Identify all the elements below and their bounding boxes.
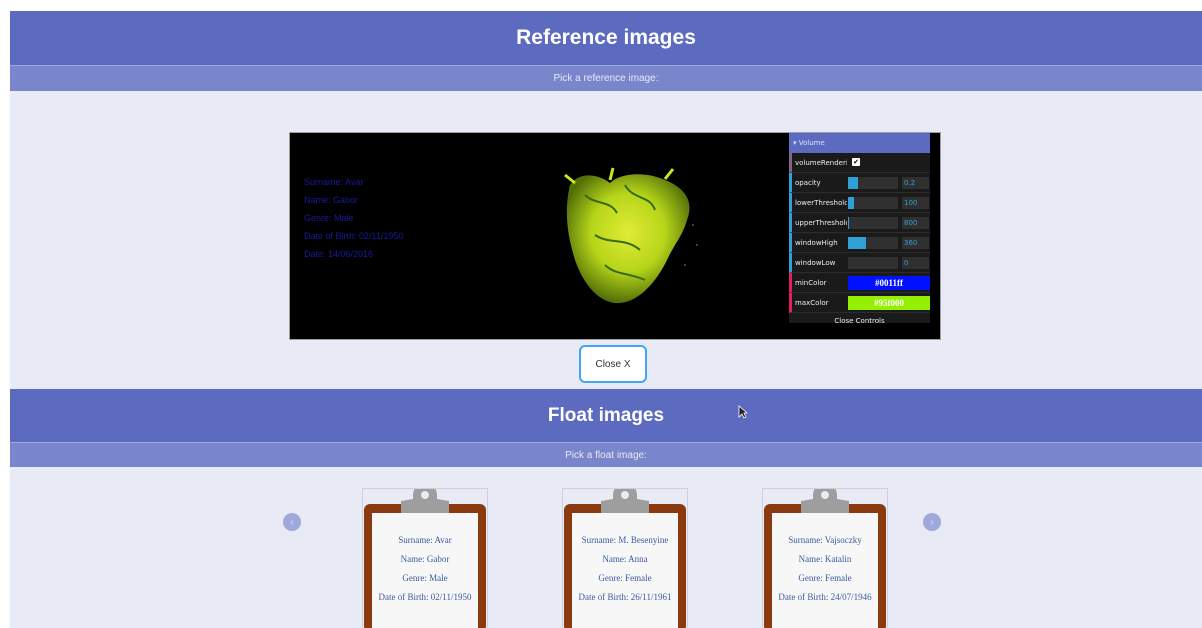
control-label: volumeRenderi...: [795, 158, 847, 167]
window-high-slider[interactable]: [848, 237, 898, 249]
card-name: Name: Gabor: [400, 554, 450, 564]
reference-header: Reference images: [10, 11, 1202, 65]
min-color-swatch[interactable]: #0011ff: [848, 276, 930, 290]
window-low-value[interactable]: 0: [902, 257, 929, 269]
float-title: Float images: [547, 404, 665, 426]
float-subtitle: Pick a float image:: [565, 449, 647, 461]
control-window-low[interactable]: windowLow 0: [789, 253, 930, 273]
card-text: Surname: Avar Name: Gabor Genre: Male Da…: [373, 531, 477, 607]
card-dob: Date of Birth: 24/07/1946: [778, 592, 872, 602]
card-genre: Genre: Female: [598, 573, 652, 583]
info-dob: Date of Birth: 02/11/1950: [304, 231, 404, 241]
volume-folder-title[interactable]: ▾ Volume: [789, 133, 930, 153]
volume-controls-panel[interactable]: ▾ Volume volumeRenderi... ✔ opacity 0.2 …: [789, 133, 930, 325]
opacity-value[interactable]: 0.2: [902, 177, 929, 189]
control-label: maxColor: [795, 298, 829, 307]
card-dob: Date of Birth: 02/11/1950: [378, 592, 472, 602]
info-date: Date: 14/06/2016: [304, 249, 374, 259]
page: Reference images Pick a reference image:…: [10, 11, 1202, 628]
float-image-card[interactable]: Surname: Avar Name: Gabor Genre: Male Da…: [362, 488, 488, 628]
control-label: upperThreshold: [795, 218, 847, 227]
control-label: windowLow: [795, 258, 836, 267]
reference-subheader: Pick a reference image:: [10, 65, 1202, 91]
reference-subtitle: Pick a reference image:: [553, 73, 659, 84]
window-high-value[interactable]: 360: [902, 237, 929, 249]
control-max-color[interactable]: maxColor #95f000: [789, 293, 930, 313]
card-surname: Surname: M. Besenyine: [581, 535, 669, 545]
float-subheader: Pick a float image:: [10, 442, 1202, 467]
card-genre: Genre: Female: [798, 573, 852, 583]
card-dob: Date of Birth: 26/11/1961: [578, 592, 672, 602]
card-name: Name: Anna: [602, 554, 648, 564]
card-surname: Surname: Vajsoczky: [788, 535, 862, 545]
lower-threshold-slider[interactable]: [848, 197, 898, 209]
float-section: Float images Pick a float image:: [10, 389, 1202, 467]
card-name: Name: Katalin: [798, 554, 852, 564]
info-genre: Genre: Male: [304, 213, 354, 223]
card-surname: Surname: Avar: [398, 535, 452, 545]
close-button[interactable]: Close X: [579, 345, 647, 383]
card-text: Surname: Vajsoczky Name: Katalin Genre: …: [773, 531, 877, 607]
carousel-next-button[interactable]: ›: [923, 513, 941, 531]
card-text: Surname: M. Besenyine Name: Anna Genre: …: [573, 531, 677, 607]
control-volume-rendering[interactable]: volumeRenderi... ✔: [789, 153, 930, 173]
float-header: Float images: [10, 389, 1202, 442]
control-opacity[interactable]: opacity 0.2: [789, 173, 930, 193]
volume-rendering-checkbox[interactable]: ✔: [852, 158, 860, 166]
mouse-cursor-icon: [738, 405, 748, 419]
lower-threshold-value[interactable]: 100: [902, 197, 929, 209]
info-name: Name: Gabor: [304, 195, 359, 205]
window-low-slider[interactable]: [848, 257, 898, 269]
carousel-prev-button[interactable]: ‹: [283, 513, 301, 531]
close-controls-button[interactable]: Close Controls: [789, 313, 930, 328]
card-genre: Genre: Male: [402, 573, 448, 583]
upper-threshold-value[interactable]: 800: [902, 217, 929, 229]
control-window-high[interactable]: windowHigh 360: [789, 233, 930, 253]
float-image-card[interactable]: Surname: Vajsoczky Name: Katalin Genre: …: [762, 488, 888, 628]
volume-folder-label: ▾ Volume: [793, 139, 825, 147]
patient-info-overlay: Surname: Avar Name: Gabor Genre: Male Da…: [304, 173, 403, 263]
control-min-color[interactable]: minColor #0011ff: [789, 273, 930, 293]
control-label: minColor: [795, 278, 827, 287]
control-upper-threshold[interactable]: upperThreshold 800: [789, 213, 930, 233]
control-label: lowerThreshold: [795, 198, 847, 207]
volume-viewer[interactable]: Surname: Avar Name: Gabor Genre: Male Da…: [289, 132, 941, 340]
opacity-slider[interactable]: [848, 177, 898, 189]
heart-volume-render: [564, 167, 698, 304]
info-surname: Surname: Avar: [304, 177, 364, 187]
control-label: windowHigh: [795, 238, 838, 247]
control-lower-threshold[interactable]: lowerThreshold 100: [789, 193, 930, 213]
upper-threshold-slider[interactable]: [848, 217, 898, 229]
control-label: opacity: [795, 178, 821, 187]
max-color-swatch[interactable]: #95f000: [848, 296, 930, 310]
reference-title: Reference images: [516, 26, 696, 49]
float-image-card[interactable]: Surname: M. Besenyine Name: Anna Genre: …: [562, 488, 688, 628]
